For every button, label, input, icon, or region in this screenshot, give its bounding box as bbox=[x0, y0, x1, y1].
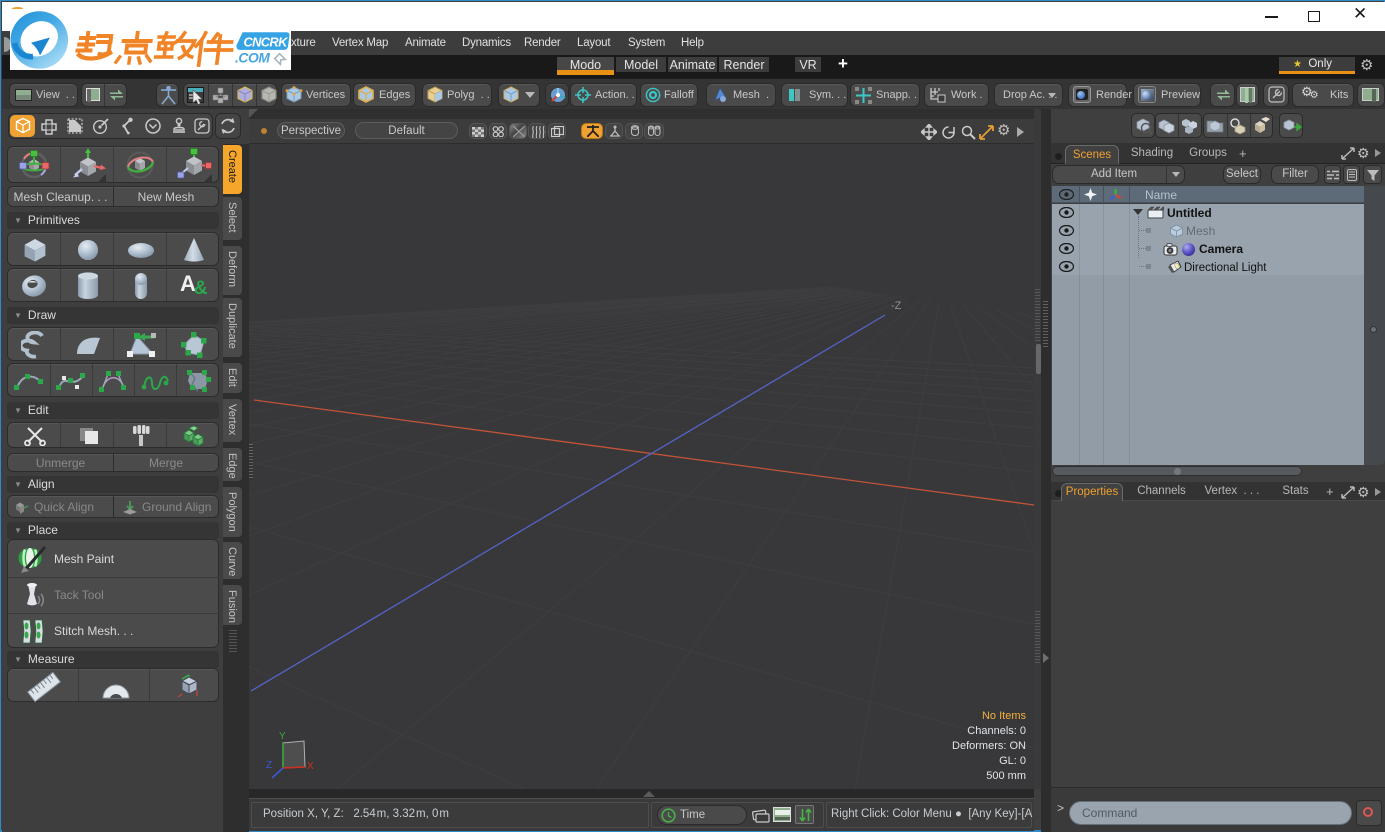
svg-text:.COM: .COM bbox=[235, 51, 270, 66]
svg-text:Z: Z bbox=[266, 760, 272, 771]
svg-text:Y: Y bbox=[279, 731, 286, 742]
svg-text:-Z: -Z bbox=[891, 300, 902, 312]
svg-text:X: X bbox=[307, 761, 314, 772]
svg-text:CNCRK: CNCRK bbox=[244, 34, 290, 49]
